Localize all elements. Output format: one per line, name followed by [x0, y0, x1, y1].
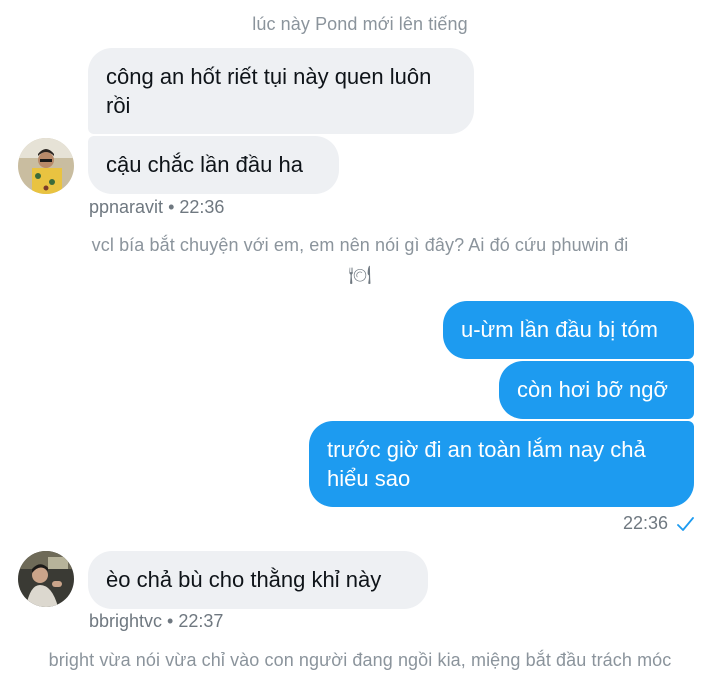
- narration-text: lúc này Pond mới lên tiếng: [252, 14, 468, 34]
- avatar-image: [18, 138, 74, 194]
- message-bubble[interactable]: công an hốt riết tụi này quen luôn rồi: [88, 48, 474, 134]
- message-text: còn hơi bỡ ngỡ: [517, 377, 668, 402]
- fork-knife-icon: 🍽: [348, 265, 372, 285]
- narration-text: vcl bía bắt chuyện với em, em nên nói gì…: [91, 235, 629, 255]
- message-text: u-ừm lần đầu bị tóm: [461, 317, 658, 342]
- meta-separator: •: [168, 197, 175, 217]
- message-bubble[interactable]: trước giờ đi an toàn lắm nay chả hiểu sa…: [309, 421, 694, 507]
- sender-username[interactable]: ppnaravit: [89, 197, 163, 217]
- message-meta: 22:36: [623, 513, 694, 537]
- message-text: công an hốt riết tụi này quen luôn rồi: [106, 64, 432, 118]
- message-bubble[interactable]: còn hơi bỡ ngỡ: [499, 361, 694, 419]
- message-meta: bbrightvc • 22:37: [89, 611, 223, 632]
- message-bubble[interactable]: u-ừm lần đầu bị tóm: [443, 301, 694, 359]
- message-time: 22:36: [179, 197, 225, 217]
- narration-text: bright vừa nói vừa chỉ vào con người đan…: [48, 650, 672, 670]
- avatar-ppnaravit[interactable]: [18, 138, 74, 194]
- message-bubble[interactable]: èo chả bù cho thằng khỉ này: [88, 551, 428, 609]
- message-text: èo chả bù cho thằng khỉ này: [106, 567, 382, 592]
- sender-username[interactable]: bbrightvc: [89, 611, 162, 631]
- message-text: trước giờ đi an toàn lắm nay chả hiểu sa…: [327, 437, 646, 491]
- read-check-icon: [676, 516, 694, 537]
- avatar-bbrightvc[interactable]: [18, 551, 74, 607]
- message-time: 22:37: [178, 611, 224, 631]
- message-meta: ppnaravit • 22:36: [89, 197, 224, 218]
- avatar-image: [18, 551, 74, 607]
- message-text: cậu chắc lần đầu ha: [106, 152, 303, 177]
- message-time: 22:36: [622, 513, 668, 533]
- meta-separator: •: [167, 611, 174, 631]
- message-bubble[interactable]: cậu chắc lần đầu ha: [88, 136, 339, 194]
